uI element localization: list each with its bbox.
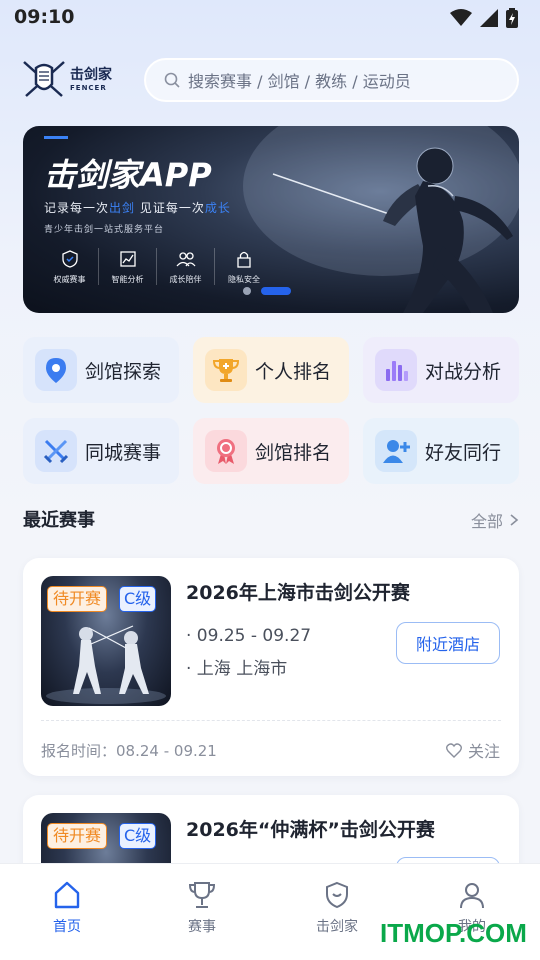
search-placeholder: 搜索赛事 / 剑馆 / 教练 / 运动员	[188, 72, 411, 91]
header: 击剑家 FENCER 搜索赛事 / 剑馆 / 教练 / 运动员	[0, 56, 540, 104]
medal-icon	[205, 430, 247, 472]
home-icon	[54, 881, 80, 909]
lock-icon	[237, 251, 251, 268]
banner-title: 击剑家APP	[44, 156, 212, 194]
event-date: · 09.25 - 09.27	[186, 626, 312, 646]
banner-features: 权威赛事 智能分析 成长陪伴 隐私安全	[41, 248, 273, 285]
quick-item-personal-ranking[interactable]: 个人排名	[193, 337, 349, 403]
event-title: 2026年“仲满杯”击剑公开赛	[186, 819, 435, 841]
status-time: 09:10	[14, 6, 75, 28]
people-icon	[176, 252, 195, 267]
tab-fencer[interactable]: 击剑家	[297, 880, 377, 936]
event-thumbnail: 待开赛 C级	[41, 576, 171, 706]
app-logo: 击剑家 FENCER	[22, 60, 124, 102]
recent-events-header: 最近赛事 全部	[23, 506, 519, 536]
person-icon	[460, 883, 484, 909]
level-badge: C级	[119, 586, 157, 612]
add-friend-icon	[375, 430, 417, 472]
chart-icon	[119, 251, 136, 267]
banner-feature: 权威赛事	[41, 248, 99, 285]
trophy-outline-icon	[188, 882, 216, 908]
banner-feature: 智能分析	[99, 248, 157, 285]
status-bar: 09:10	[0, 0, 540, 36]
quick-item-gym-explore[interactable]: 剑馆探索	[23, 337, 179, 403]
banner-subtitle: 青少年击剑一站式服务平台	[44, 225, 165, 235]
status-badge: 待开赛	[47, 586, 108, 612]
registration-time: 报名时间：08.24 - 09.21	[41, 742, 217, 760]
level-badge: C级	[119, 823, 157, 849]
follow-button[interactable]: 关注	[446, 738, 500, 762]
event-title: 2026年上海市击剑公开赛	[186, 582, 410, 604]
quick-item-battle-analysis[interactable]: 对战分析	[363, 337, 519, 403]
banner-accent-bar	[44, 136, 68, 139]
banner-feature: 成长陪伴	[157, 248, 215, 285]
location-pin-icon	[35, 349, 77, 391]
fencer-mask-icon	[23, 61, 65, 97]
wifi-icon	[450, 9, 472, 26]
search-icon	[164, 72, 180, 88]
promo-banner[interactable]: 击剑家APP 记录每一次出剑 见证每一次成长 青少年击剑一站式服务平台 权威赛事…	[23, 126, 519, 313]
tab-events[interactable]: 赛事	[162, 880, 242, 936]
divider	[41, 720, 501, 721]
status-icons	[450, 8, 518, 28]
logo-subtext: FENCER	[70, 84, 107, 92]
view-all-link[interactable]: 全部	[471, 508, 519, 532]
event-location: · 上海 上海市	[186, 659, 288, 679]
nearby-hotel-button[interactable]: 附近酒店	[396, 622, 500, 664]
chevron-right-icon	[510, 514, 519, 526]
quick-item-gym-ranking[interactable]: 剑馆排名	[193, 418, 349, 484]
quick-item-friends[interactable]: 好友同行	[363, 418, 519, 484]
signal-icon	[480, 9, 498, 27]
logo-text: 击剑家	[70, 67, 112, 83]
quick-item-local-events[interactable]: 同城赛事	[23, 418, 179, 484]
battery-icon	[506, 8, 518, 28]
banner-slogan: 记录每一次出剑 见证每一次成长	[44, 201, 231, 215]
heart-icon	[446, 742, 462, 758]
tab-home[interactable]: 首页	[27, 880, 107, 936]
shield-outline-icon	[326, 881, 348, 909]
banner-pagination[interactable]	[243, 287, 291, 295]
crossed-swords-icon	[35, 430, 77, 472]
status-badge: 待开赛	[47, 823, 108, 849]
bar-chart-icon	[375, 349, 417, 391]
search-input[interactable]: 搜索赛事 / 剑馆 / 教练 / 运动员	[144, 58, 519, 102]
shield-check-icon	[61, 250, 78, 268]
event-card[interactable]: 待开赛 C级 2026年上海市击剑公开赛 · 09.25 - 09.27 · 上…	[23, 558, 519, 776]
banner-dot-active[interactable]	[261, 287, 291, 295]
banner-feature: 隐私安全	[215, 248, 273, 285]
banner-dot[interactable]	[243, 287, 251, 295]
section-title: 最近赛事	[23, 510, 95, 531]
watermark: ITMOP.COM	[380, 918, 527, 948]
trophy-icon	[205, 349, 247, 391]
